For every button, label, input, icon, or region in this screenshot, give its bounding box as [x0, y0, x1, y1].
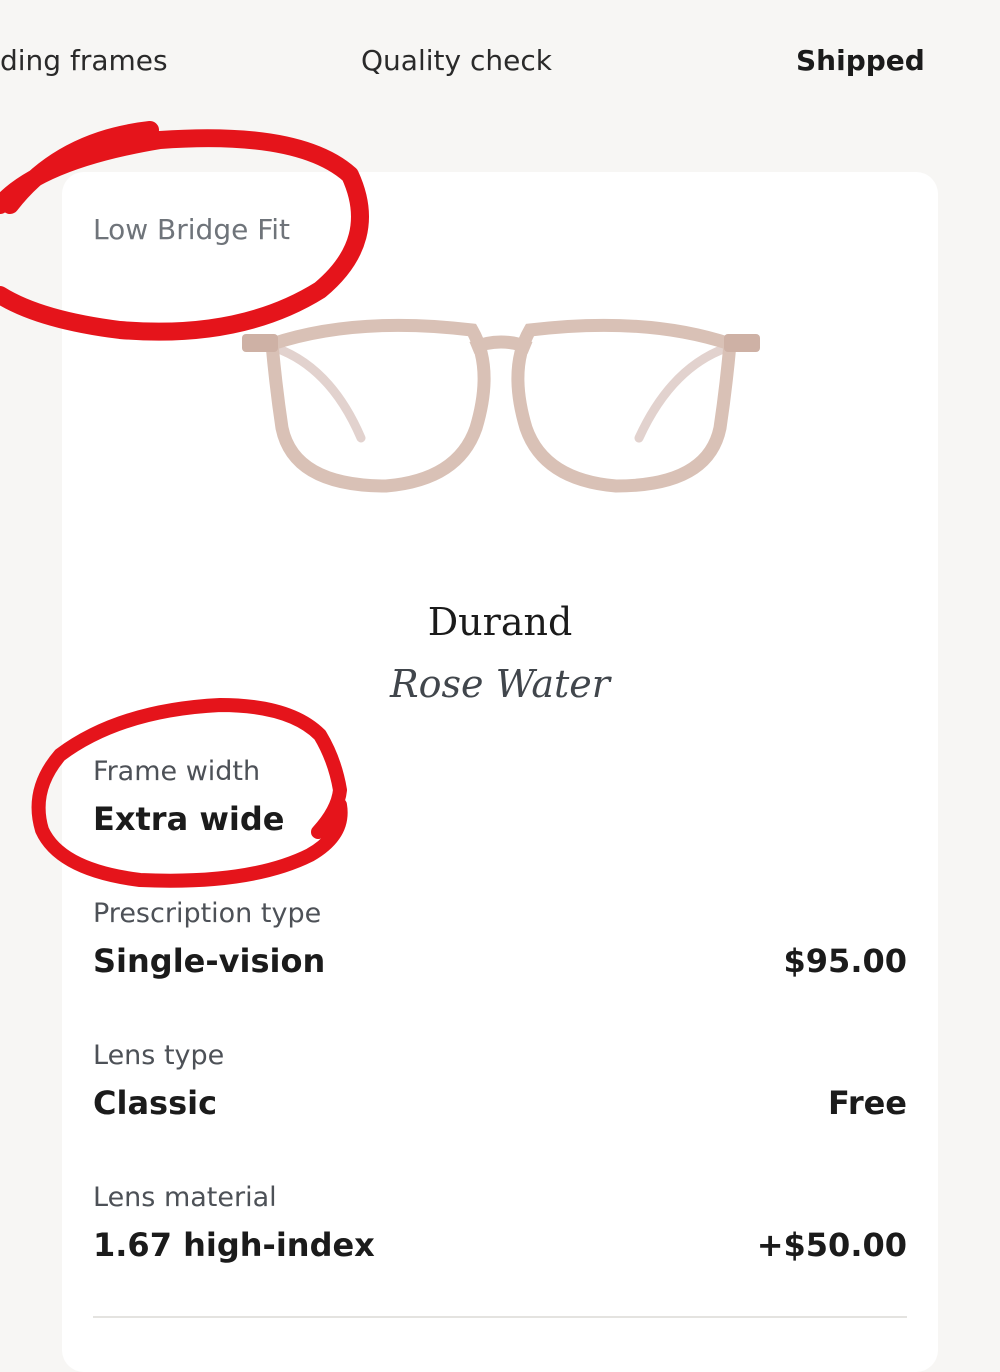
step-building-frames: ding frames	[0, 44, 168, 77]
prescription-type-price: $95.00	[783, 942, 907, 980]
detail-frame-width: Frame width Extra wide	[93, 756, 907, 838]
prescription-type-label: Prescription type	[93, 898, 322, 929]
lens-type-value: Classic	[93, 1084, 218, 1122]
order-progress-steps: ding frames Quality check Shipped	[0, 0, 1000, 130]
fit-label: Low Bridge Fit	[93, 213, 291, 246]
lens-material-value: 1.67 high-index	[93, 1226, 375, 1264]
lens-material-price: +$50.00	[756, 1226, 907, 1264]
prescription-type-value: Single-vision	[93, 942, 326, 980]
detail-lens-material: Lens material 1.67 high-index +$50.00	[93, 1182, 907, 1264]
product-name: Durand	[427, 600, 573, 644]
step-shipped: Shipped	[796, 44, 925, 77]
detail-prescription-type: Prescription type Single-vision $95.00	[93, 898, 907, 980]
step-quality-check: Quality check	[361, 44, 552, 77]
lens-type-label: Lens type	[93, 1040, 225, 1071]
product-color-name: Rose Water	[390, 662, 610, 706]
glasses-image	[242, 318, 760, 493]
frame-width-value: Extra wide	[93, 800, 285, 838]
lens-type-price: Free	[828, 1084, 907, 1122]
lens-material-label: Lens material	[93, 1182, 277, 1213]
detail-lens-type: Lens type Classic Free	[93, 1040, 907, 1122]
frame-width-label: Frame width	[93, 756, 261, 787]
section-divider	[93, 1316, 907, 1318]
